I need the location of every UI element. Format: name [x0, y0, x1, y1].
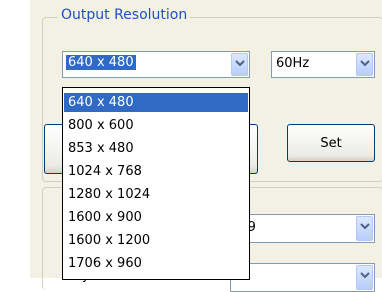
resolution-selected-value: 640 x 480 — [66, 55, 136, 70]
chevron-down-icon — [235, 60, 245, 67]
aspect-ratio-select[interactable]: 6:9 — [230, 214, 375, 243]
refresh-rate-value: 60Hz — [276, 56, 310, 71]
chevron-down-icon — [360, 223, 370, 230]
set-button[interactable]: Set — [287, 124, 375, 162]
aspect-ratio-dropdown-button[interactable] — [356, 216, 373, 241]
resolution-option[interactable]: 640 x 480 — [64, 93, 248, 112]
resolution-option[interactable]: 1706 x 960 — [64, 254, 248, 273]
chevron-down-icon — [360, 60, 370, 67]
key-lock-mode-select[interactable]: ff — [230, 263, 375, 292]
set-button-label: Set — [320, 136, 342, 151]
resolution-option[interactable]: 853 x 480 — [64, 139, 248, 158]
resolution-option[interactable]: 1600 x 900 — [64, 208, 248, 227]
resolution-option[interactable]: 800 x 600 — [64, 116, 248, 135]
resolution-option[interactable]: 1600 x 1200 — [64, 231, 248, 250]
left-margin — [0, 0, 30, 289]
chevron-down-icon — [360, 272, 370, 279]
key-lock-dropdown-button[interactable] — [356, 265, 373, 290]
resolution-dropdown-button[interactable] — [231, 53, 248, 76]
resolution-option[interactable]: 1280 x 1024 — [64, 185, 248, 204]
refresh-rate-dropdown-button[interactable] — [356, 53, 373, 76]
refresh-rate-select[interactable]: 60Hz — [271, 51, 375, 78]
resolution-option[interactable]: 1024 x 768 — [64, 162, 248, 181]
output-resolution-title: Output Resolution — [58, 7, 191, 23]
resolution-dropdown-list: 640 x 480 800 x 600 853 x 480 1024 x 768… — [62, 87, 250, 280]
resolution-select[interactable]: 640 x 480 — [62, 51, 250, 78]
